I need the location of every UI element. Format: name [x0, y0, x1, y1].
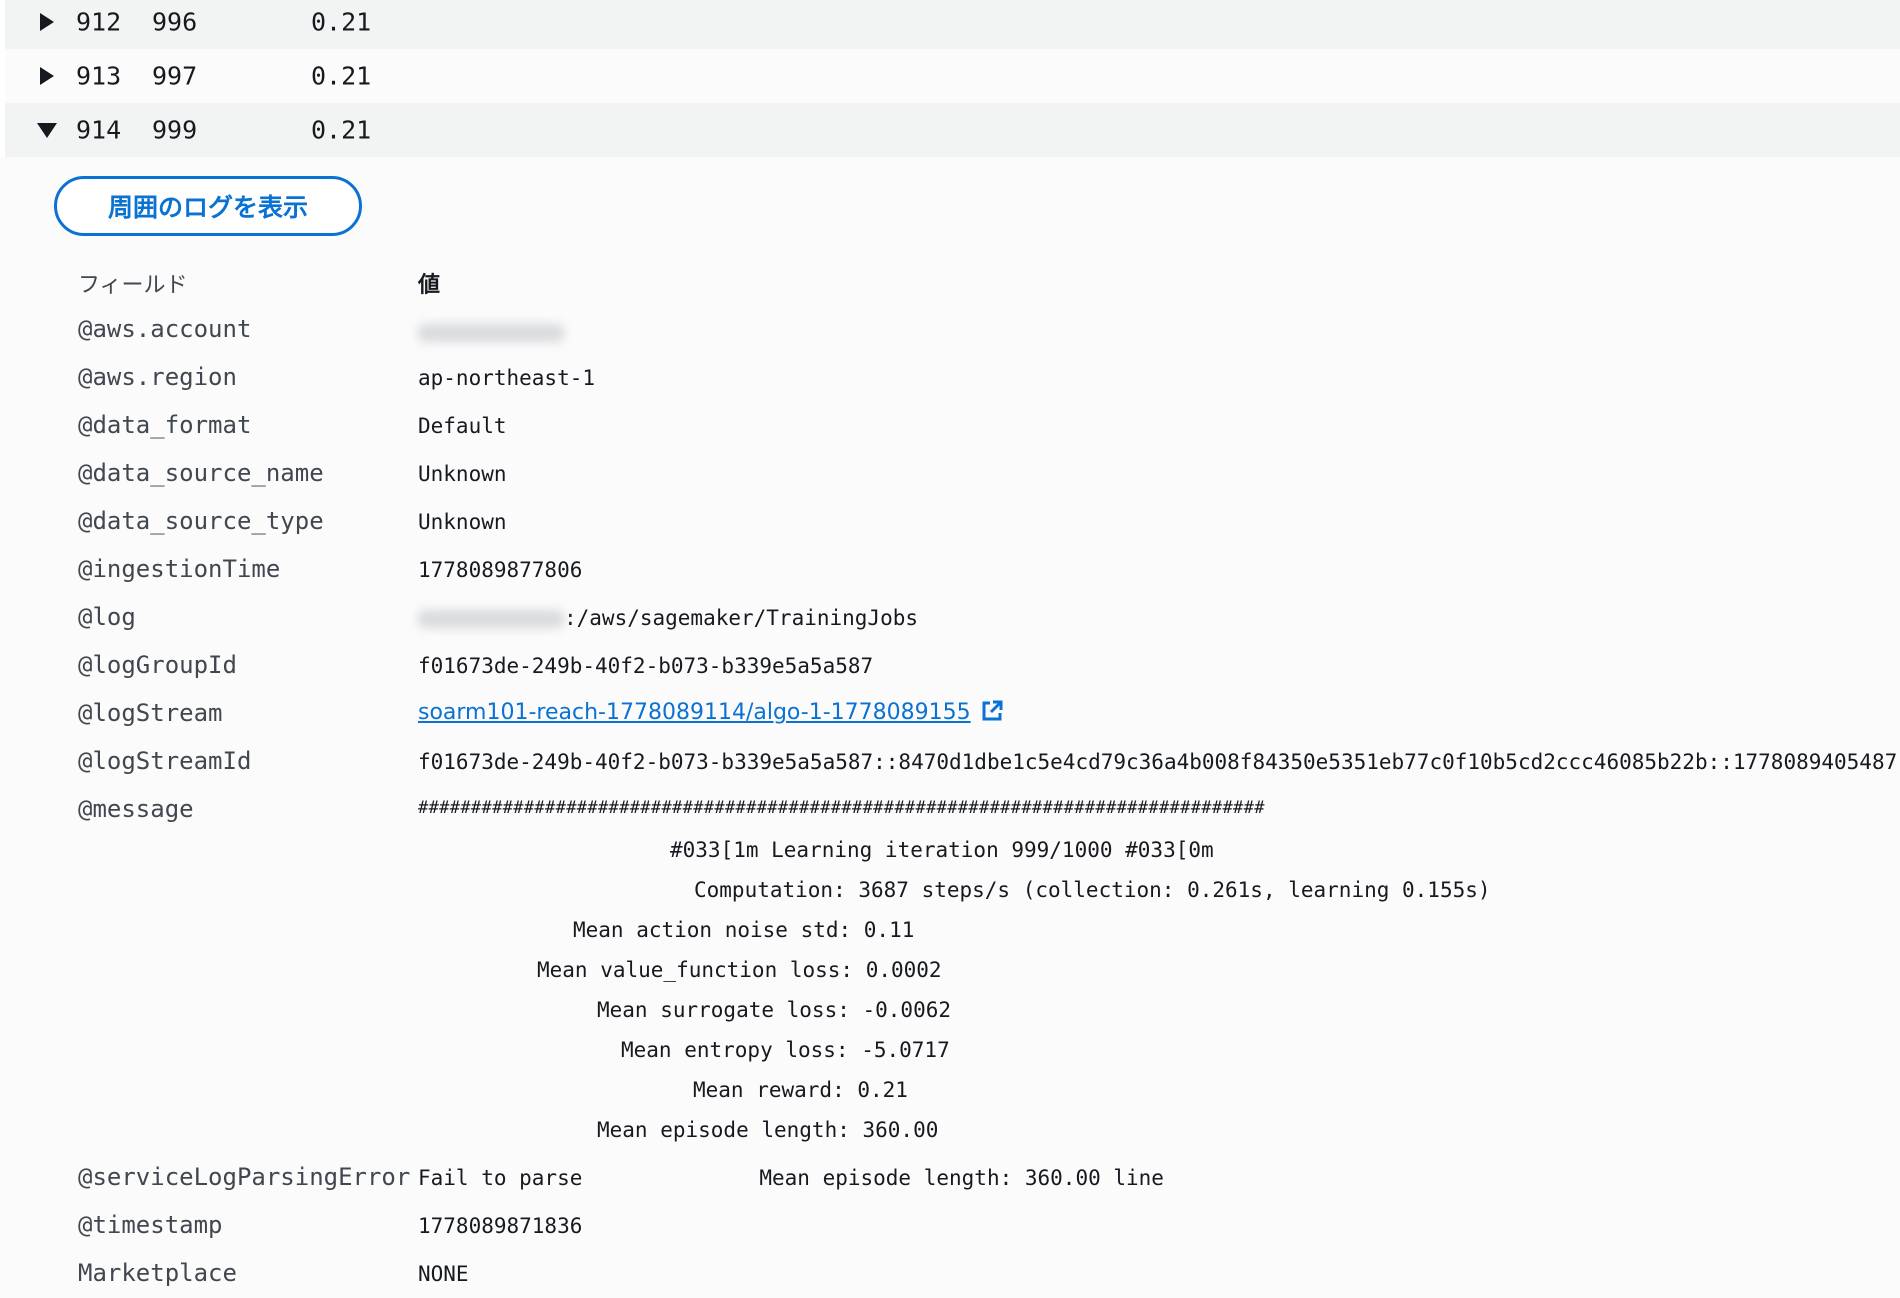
field-service-log-parsing-error: @serviceLogParsingError — [78, 1163, 411, 1191]
field-column-header: フィールド — [78, 273, 188, 298]
row-id: 912 — [76, 7, 122, 37]
value-data-source-type: Unknown — [418, 510, 507, 534]
field-data-source-name: @data_source_name — [78, 459, 324, 487]
field-data-format: @data_format — [78, 411, 252, 439]
redacted-value — [418, 610, 564, 628]
message-line: Mean value_function loss: 0.0002 — [537, 958, 942, 982]
caret-right-icon[interactable] — [35, 10, 59, 34]
message-line: Computation: 3687 steps/s (collection: 0… — [694, 878, 1491, 902]
value-log-group-id: f01673de-249b-40f2-b073-b339e5a5a587 — [418, 654, 874, 678]
value-log-stream-id: f01673de-249b-40f2-b073-b339e5a5a587::84… — [418, 750, 1898, 774]
value-message-hashes: ########################################… — [418, 798, 1265, 818]
message-line: #033[1m Learning iteration 999/1000 #033… — [670, 838, 1214, 862]
row-reward: 0.21 — [311, 61, 372, 91]
field-data-source-type: @data_source_type — [78, 507, 324, 535]
field-aws-account: @aws.account — [78, 315, 252, 343]
log-row-914[interactable]: 914 999 0.21 — [5, 103, 1900, 157]
field-timestamp: @timestamp — [78, 1211, 223, 1239]
field-log-stream: @logStream — [78, 699, 223, 727]
value-log-stream: soarm101-reach-1778089114/algo-1-1778089… — [418, 700, 1003, 728]
row-reward: 0.21 — [311, 7, 372, 37]
value-log: :/aws/sagemaker/TrainingJobs — [418, 606, 918, 630]
value-ingestion-time: 1778089877806 — [418, 558, 583, 582]
value-data-source-name: Unknown — [418, 462, 507, 486]
field-aws-region: @aws.region — [78, 363, 237, 391]
log-stream-link[interactable]: soarm101-reach-1778089114/algo-1-1778089… — [418, 700, 971, 725]
caret-right-icon[interactable] — [35, 64, 59, 88]
row-reward: 0.21 — [311, 115, 372, 145]
message-line: Mean episode length: 360.00 — [597, 1118, 939, 1142]
caret-down-icon[interactable] — [35, 118, 59, 142]
value-aws-region: ap-northeast-1 — [418, 366, 596, 390]
redacted-value — [418, 324, 564, 342]
field-message: @message — [78, 795, 194, 823]
field-marketplace: Marketplace — [78, 1259, 237, 1287]
value-aws-account-redacted — [418, 320, 564, 344]
message-line: Mean entropy loss: -5.0717 — [621, 1038, 950, 1062]
message-line: Mean surrogate loss: -0.0062 — [597, 998, 952, 1022]
message-line: Mean reward: 0.21 — [693, 1078, 908, 1102]
external-link-icon[interactable] — [981, 700, 1003, 728]
field-ingestion-time: @ingestionTime — [78, 555, 281, 583]
log-row-912[interactable]: 912 996 0.21 — [5, 0, 1900, 49]
row-id: 913 — [76, 61, 122, 91]
value-service-log-parsing-error: Fail to parse Mean episode length: 360.0… — [418, 1166, 1164, 1190]
view-surrounding-logs-button[interactable]: 周囲のログを表示 — [54, 176, 362, 236]
field-log: @log — [78, 603, 136, 631]
row-value: 997 — [152, 61, 198, 91]
value-data-format: Default — [418, 414, 507, 438]
field-log-stream-id: @logStreamId — [78, 747, 252, 775]
value-timestamp: 1778089871836 — [418, 1214, 583, 1238]
row-id: 914 — [76, 115, 122, 145]
row-value: 996 — [152, 7, 198, 37]
value-marketplace: NONE — [418, 1262, 469, 1286]
field-log-group-id: @logGroupId — [78, 651, 237, 679]
value-column-header: 値 — [418, 273, 441, 298]
log-group-path: :/aws/sagemaker/TrainingJobs — [564, 606, 919, 630]
message-line: Mean action noise std: 0.11 — [573, 918, 915, 942]
log-row-913[interactable]: 913 997 0.21 — [5, 49, 1900, 103]
row-value: 999 — [152, 115, 198, 145]
